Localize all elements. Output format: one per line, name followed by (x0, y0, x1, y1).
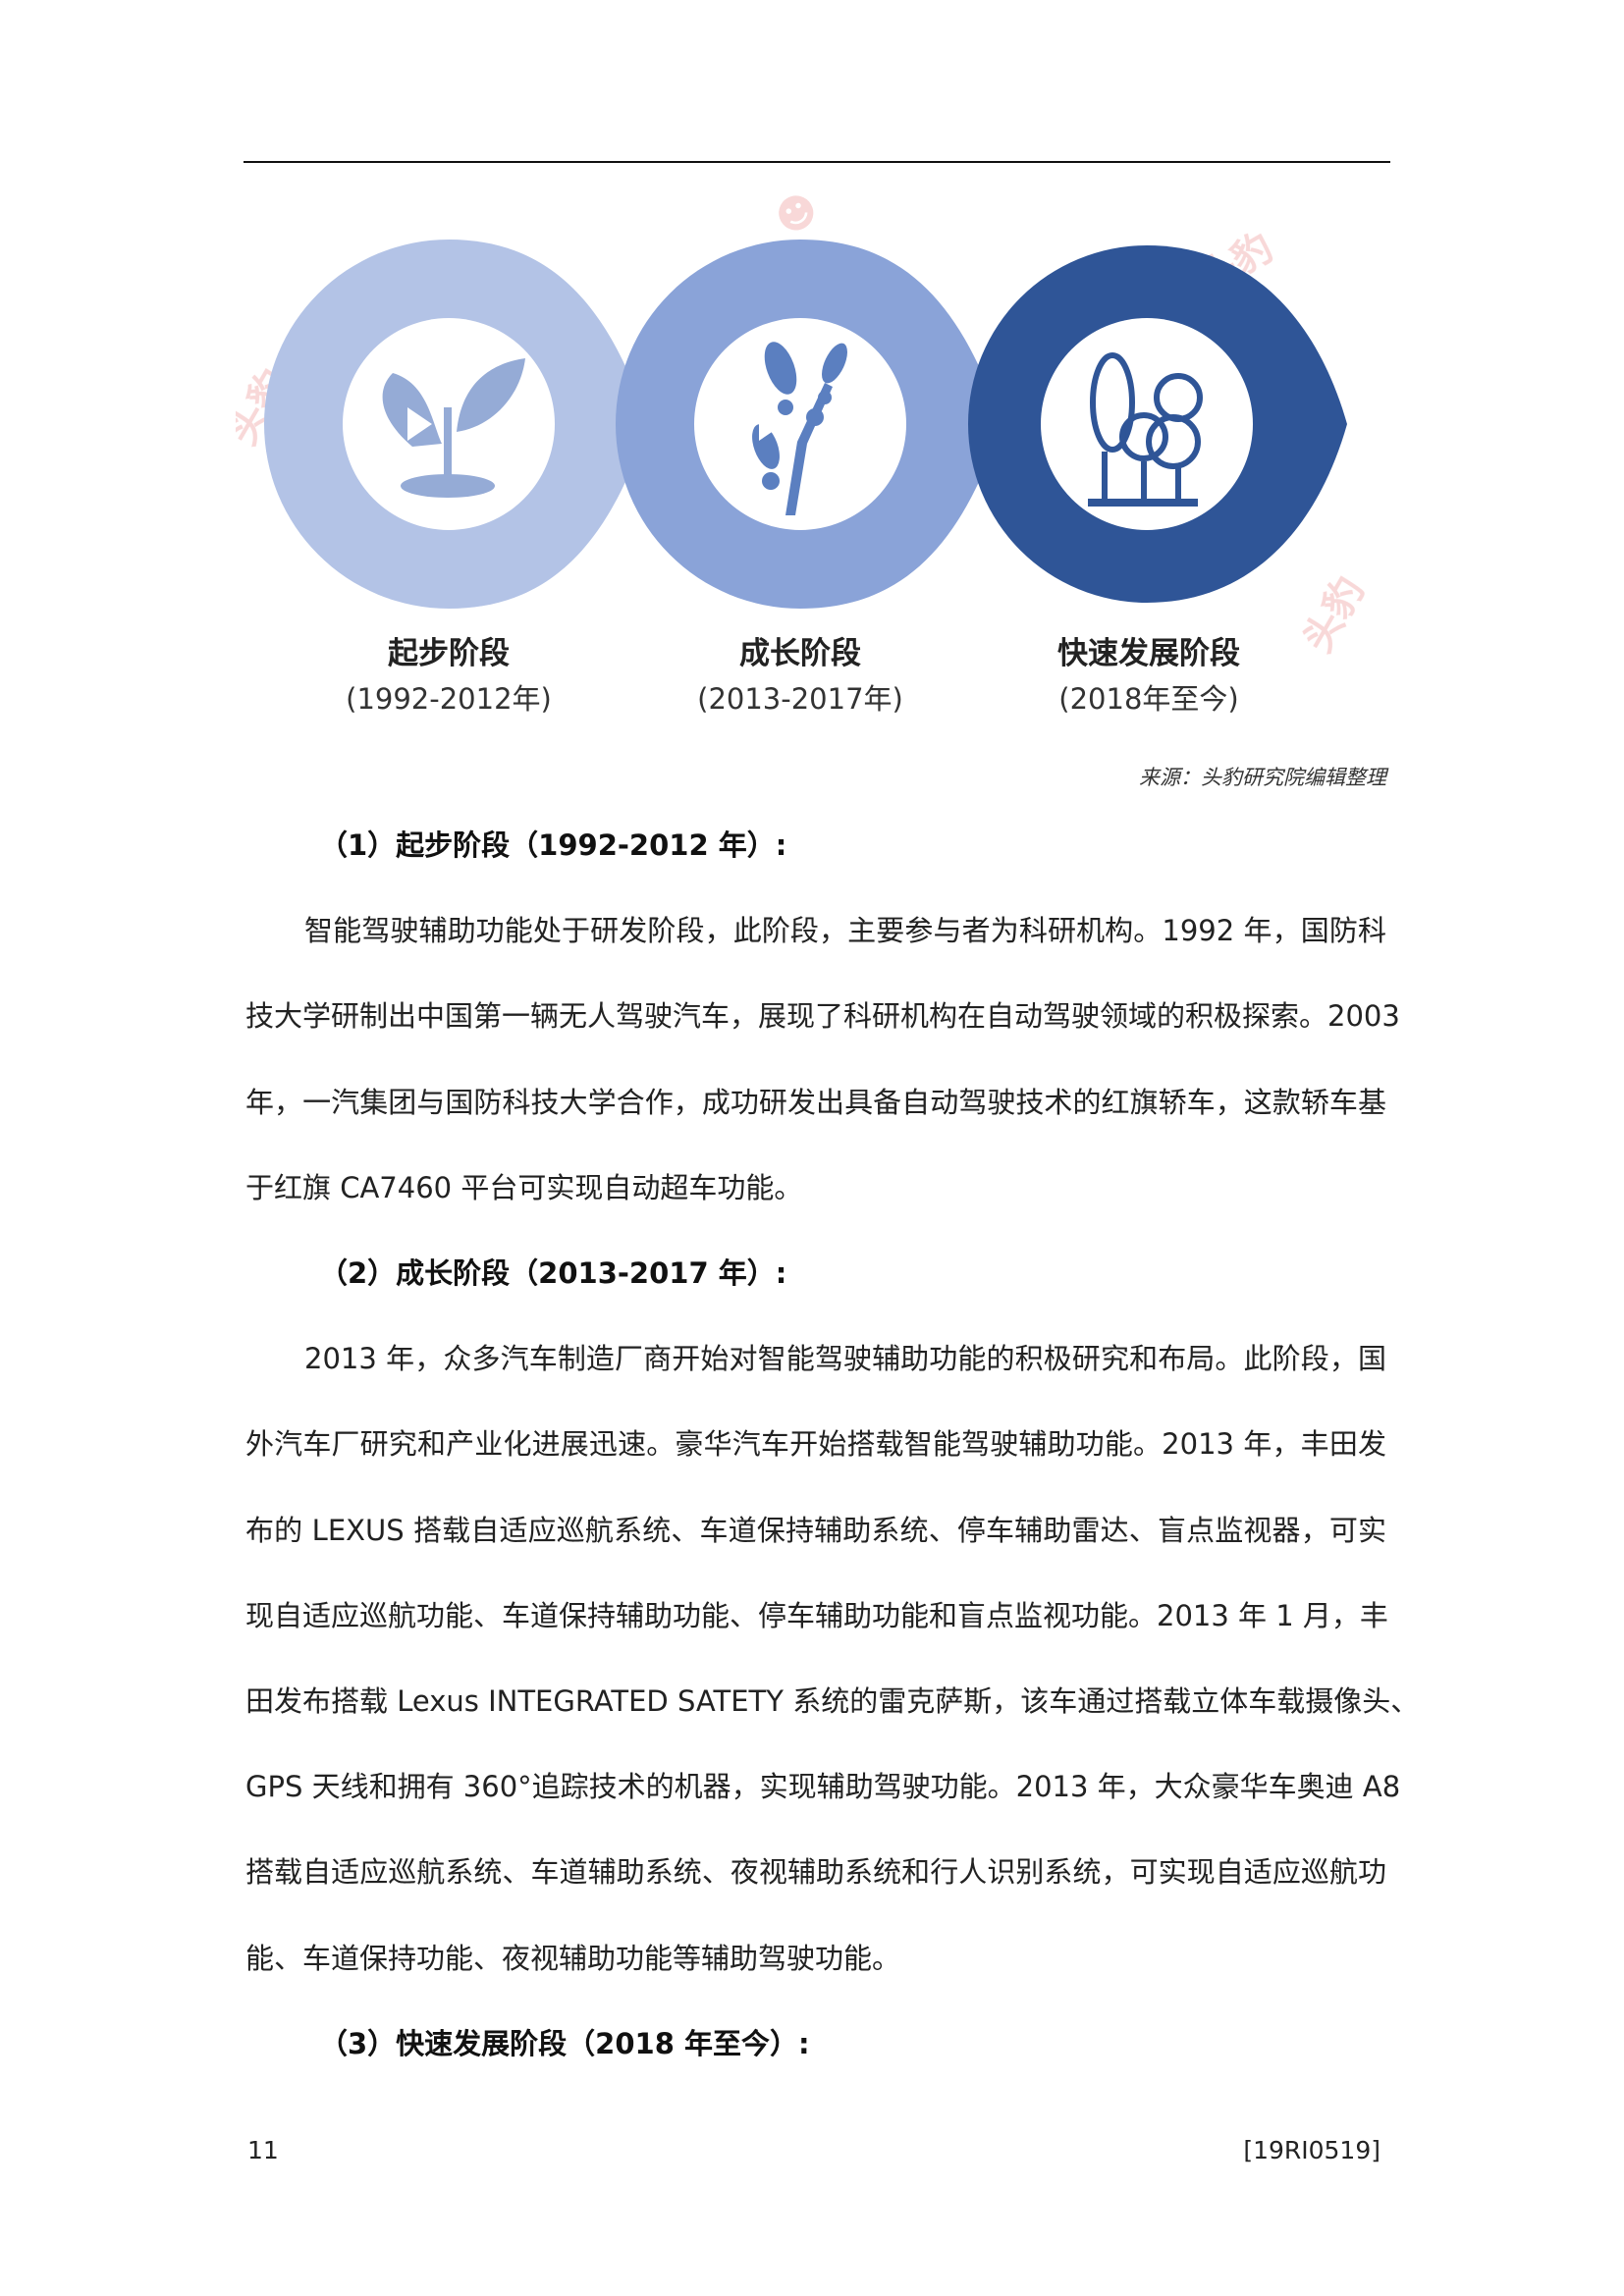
stage-label-1: 起步阶段 (1992-2012年) (272, 628, 625, 718)
stage-3-shape (968, 245, 1347, 603)
section-heading: （3）快速发展阶段（2018 年至今）: (319, 2026, 810, 2060)
stage-1-shape (264, 240, 648, 609)
figure-source: 来源：头豹研究院编辑整理 (1139, 766, 1386, 789)
stage-years: (2013-2017年) (697, 682, 903, 716)
paragraph-line: 于红旗 CA7460 平台可实现自动超车功能。 (245, 1170, 803, 1204)
section-heading: （1）起步阶段（1992-2012 年）: (319, 828, 787, 862)
paragraph-line: 现自适应巡航功能、车道保持辅助功能、停车辅助功能和盲点监视功能。2013 年 1… (245, 1598, 1388, 1632)
development-stages-figure: ☻ 头豹 头豹 头豹 头豹 (220, 185, 1414, 736)
section-heading: （2）成长阶段（2013-2017 年）: (319, 1256, 787, 1290)
stage-years: (1992-2012年) (346, 682, 552, 716)
paragraph-line: 智能驾驶辅助功能处于研发阶段，此阶段，主要参与者为科研机构。1992 年，国防科 (304, 914, 1386, 948)
stage-2-shape (616, 240, 1001, 609)
stage-years: (2018年至今) (1058, 682, 1239, 716)
paragraph-line: 技大学研制出中国第一辆无人驾驶汽车，展现了科研机构在自动驾驶领域的积极探索。20… (245, 999, 1400, 1034)
page-number: 11 (247, 2136, 279, 2164)
paragraph-line: 年，一汽集团与国防科技大学合作，成功研发出具备自动驾驶技术的红旗轿车，这款轿车基 (245, 1085, 1386, 1119)
stage-name: 快速发展阶段 (1057, 636, 1240, 671)
paragraph-line: 能、车道保持功能、夜视辅助功能等辅助驾驶功能。 (245, 1941, 901, 1975)
paragraph-line: 2013 年，众多汽车制造厂商开始对智能驾驶辅助功能的积极研究和布局。此阶段，国 (304, 1342, 1386, 1376)
header-rule (244, 161, 1390, 163)
paragraph-line: 搭载自适应巡航系统、车道辅助系统、夜视辅助系统和行人识别系统，可实现自适应巡航功 (245, 1855, 1386, 1890)
paragraph-line: 外汽车厂研究和产业化进展迅速。豪华汽车开始搭载智能驾驶辅助功能。2013 年，丰… (245, 1427, 1386, 1462)
stage-label-3: 快速发展阶段 (2018年至今) (972, 628, 1326, 718)
stage-name: 成长阶段 (739, 636, 861, 671)
document-code: [19RI0519] (1243, 2136, 1380, 2164)
stage-label-2: 成长阶段 (2013-2017年) (623, 628, 977, 718)
paragraph-line: GPS 天线和拥有 360°追踪技术的机器，实现辅助驾驶功能。2013 年，大众… (245, 1770, 1401, 1804)
svg-text:☻: ☻ (768, 187, 826, 244)
paragraph-line: 布的 LEXUS 搭载自适应巡航系统、车道保持辅助系统、停车辅助雷达、盲点监视器… (245, 1513, 1386, 1547)
stage-name: 起步阶段 (388, 636, 510, 671)
paragraph-line: 田发布搭载 Lexus INTEGRATED SATETY 系统的雷克萨斯，该车… (245, 1684, 1420, 1718)
